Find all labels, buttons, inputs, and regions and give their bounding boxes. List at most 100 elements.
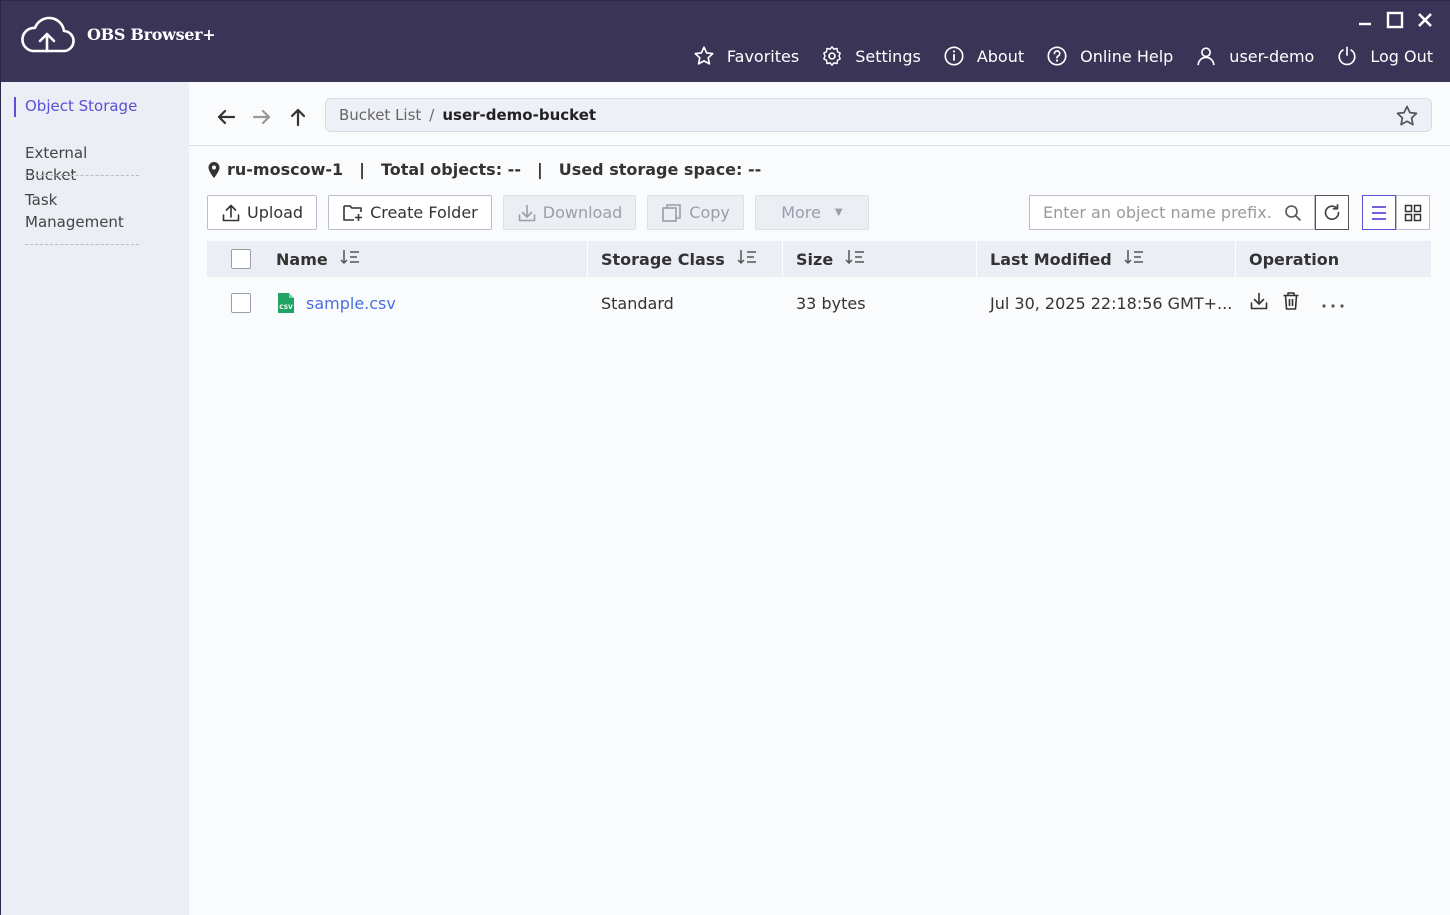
info-separator: |	[536, 160, 543, 179]
last-modified-cell: Jul 30, 2025 22:18:56 GMT+...	[990, 277, 1232, 329]
row-checkbox[interactable]	[231, 293, 251, 313]
file-name-link[interactable]: sample.csv	[306, 294, 396, 313]
breadcrumb: Bucket List / user-demo-bucket	[325, 98, 1432, 132]
column-header-label: Last Modified	[990, 249, 1112, 269]
download-object-button[interactable]	[1249, 291, 1269, 315]
column-header-last-modified: Last Modified	[976, 241, 1144, 277]
grid-view-button[interactable]	[1396, 195, 1430, 230]
column-header-name: Name	[276, 241, 360, 277]
arrow-right-icon	[252, 109, 271, 125]
operation-cell	[1249, 277, 1345, 329]
more-dropdown[interactable]: More ▼	[754, 195, 869, 230]
cloud-upload-icon	[21, 16, 75, 53]
search-input[interactable]	[1043, 203, 1273, 222]
settings-label: Settings	[855, 46, 921, 66]
create-folder-button[interactable]: Create Folder	[328, 195, 492, 230]
forward-button[interactable]	[249, 104, 275, 130]
region-label: ru-moscow-1	[227, 160, 344, 179]
column-header-label: Size	[796, 249, 834, 269]
download-icon	[1250, 292, 1268, 310]
copy-button[interactable]: Copy	[647, 195, 744, 230]
csv-file-icon: CSV	[278, 293, 294, 313]
copy-icon	[662, 203, 682, 222]
favorites-label: Favorites	[726, 46, 800, 66]
add-favorite-button[interactable]	[1395, 104, 1419, 132]
info-icon	[944, 46, 964, 66]
gear-icon	[823, 46, 842, 66]
user-icon	[1197, 47, 1215, 66]
logout-link[interactable]: Log Out	[1336, 45, 1433, 67]
more-actions-button[interactable]	[1321, 294, 1345, 313]
logout-label: Log Out	[1370, 46, 1433, 66]
grid-view-icon	[1404, 204, 1422, 221]
list-view-icon	[1372, 205, 1386, 220]
sidebar-item-label: Task Management	[25, 191, 124, 231]
close-icon	[1418, 13, 1432, 27]
list-view-button[interactable]	[1362, 195, 1396, 230]
online-help-link[interactable]: Online Help	[1046, 45, 1173, 67]
trash-icon	[1283, 292, 1299, 310]
user-menu[interactable]: user-demo	[1195, 45, 1314, 67]
upload-button[interactable]: Upload	[207, 195, 318, 230]
more-horizontal-icon	[1322, 303, 1344, 308]
sort-icon[interactable]	[845, 249, 865, 269]
sort-icon[interactable]	[1124, 249, 1144, 269]
object-table: Name Storage Class Size Last Modified Op…	[207, 241, 1431, 329]
size-cell: 33 bytes	[796, 277, 866, 329]
breadcrumb-current: user-demo-bucket	[442, 106, 597, 124]
main-panel: Bucket List / user-demo-bucket ru-moscow…	[189, 82, 1450, 915]
sort-icon[interactable]	[737, 249, 757, 269]
sidebar-divider	[25, 175, 139, 176]
total-objects-label: Total objects: --	[380, 160, 521, 179]
close-button[interactable]	[1415, 9, 1435, 31]
search-button[interactable]	[1284, 204, 1302, 226]
sidebar-item-object-storage[interactable]: Object Storage	[14, 95, 139, 117]
refresh-icon	[1324, 203, 1340, 220]
sidebar-item-label: Object Storage	[25, 97, 138, 115]
storage-class-cell: Standard	[601, 277, 674, 329]
star-icon	[694, 46, 714, 65]
refresh-button[interactable]	[1315, 195, 1349, 230]
maximize-button[interactable]	[1385, 9, 1405, 31]
favorites-link[interactable]: Favorites	[693, 45, 799, 67]
table-row[interactable]: CSV sample.csv Standard 33 bytes Jul 30,…	[207, 277, 1431, 329]
column-header-size: Size	[782, 241, 865, 277]
sidebar-item-label: External Bucket	[25, 144, 88, 184]
up-level-button[interactable]	[285, 104, 311, 130]
caret-down-icon: ▼	[834, 207, 843, 218]
select-all-cell	[231, 241, 251, 277]
sidebar-item-external-bucket[interactable]: External Bucket	[25, 142, 139, 186]
settings-link[interactable]: Settings	[821, 45, 921, 67]
help-icon	[1047, 46, 1067, 66]
arrow-left-icon	[217, 109, 236, 125]
sidebar: Object Storage External Bucket Task Mana…	[1, 82, 189, 915]
download-button[interactable]: Download	[502, 195, 637, 230]
top-navigation: Favorites Settings About Online Help use…	[671, 45, 1433, 67]
info-separator: |	[359, 160, 365, 179]
select-all-checkbox[interactable]	[231, 249, 251, 269]
folder-add-icon	[343, 204, 363, 221]
sort-icon[interactable]	[340, 249, 360, 269]
sidebar-divider	[25, 244, 139, 245]
upload-icon	[222, 204, 240, 221]
app-logo: OBS Browser+	[19, 13, 216, 55]
svg-text:CSV: CSV	[279, 304, 293, 311]
breadcrumb-bucket-list[interactable]: Bucket List	[339, 106, 421, 124]
title-bar: OBS Browser+ Favorites Settings About On…	[1, 1, 1450, 82]
more-label: More	[781, 203, 821, 222]
search-icon	[1285, 205, 1301, 221]
storage-class-value: Standard	[601, 293, 674, 313]
app-title: OBS Browser+	[87, 24, 216, 44]
back-button[interactable]	[213, 104, 239, 130]
about-link[interactable]: About	[943, 45, 1024, 67]
column-header-label: Name	[276, 249, 328, 269]
sidebar-item-task-management[interactable]: Task Management	[25, 189, 139, 233]
maximize-icon	[1386, 11, 1404, 29]
size-value: 33 bytes	[796, 293, 866, 313]
window-controls	[1355, 9, 1435, 31]
minimize-icon	[1359, 22, 1371, 26]
delete-object-button[interactable]	[1281, 291, 1301, 315]
minimize-button[interactable]	[1355, 9, 1375, 31]
username-label: user-demo	[1229, 46, 1315, 66]
name-cell: CSV sample.csv	[276, 277, 396, 329]
